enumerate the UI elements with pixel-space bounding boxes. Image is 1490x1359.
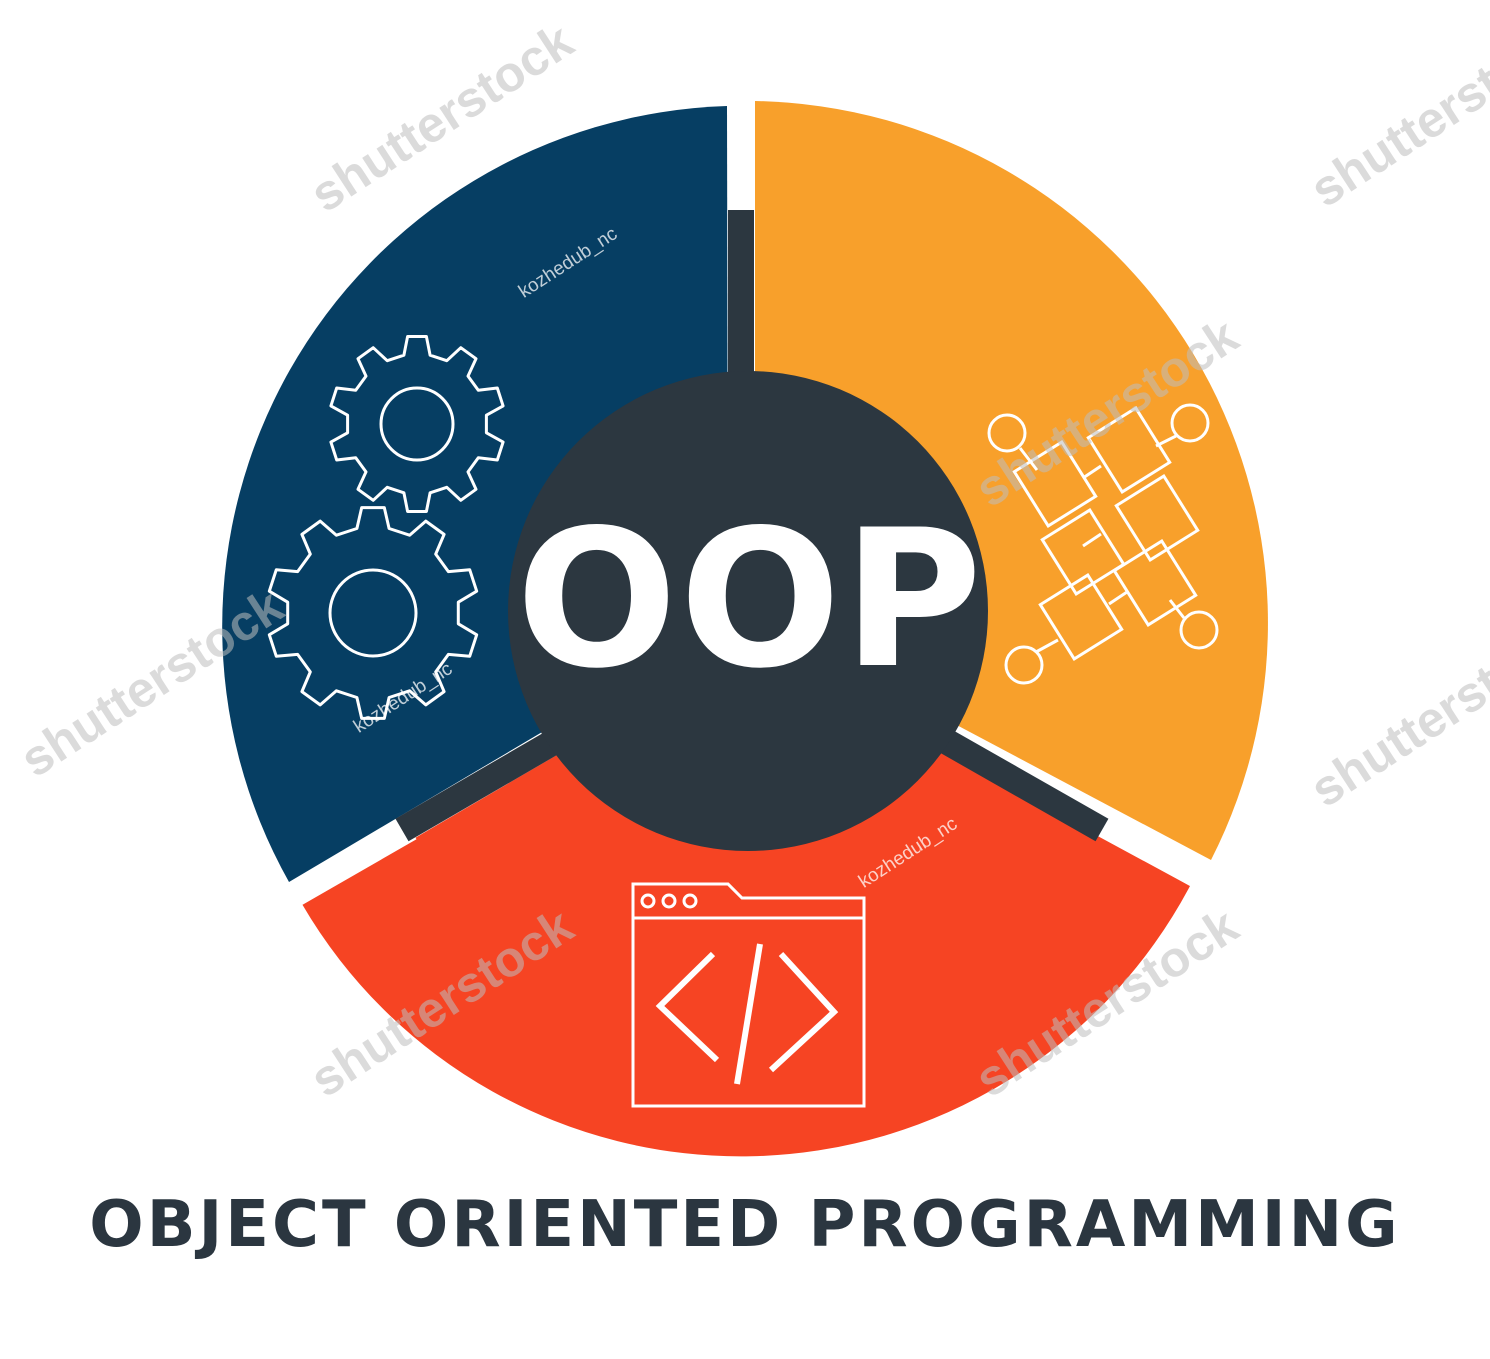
diagram-caption: OBJECT ORIENTED PROGRAMMING bbox=[89, 1188, 1401, 1262]
oop-diagram: OOP OBJECT ORIENTED PROGRAMMING shutters… bbox=[0, 0, 1490, 1359]
center-label: OOP bbox=[515, 489, 985, 710]
